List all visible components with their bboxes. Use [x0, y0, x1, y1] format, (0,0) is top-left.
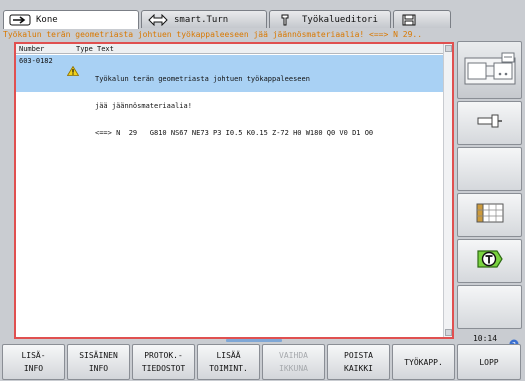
help-icon[interactable]: ?	[509, 334, 519, 349]
error-number: 603-0182	[19, 57, 53, 65]
tab-bar: Kone smart.Turn Työkalueditori	[0, 0, 525, 29]
column-header-text[interactable]: Text	[97, 44, 114, 54]
softkey-label: SISÄINEN	[79, 351, 118, 360]
tab-label: Kone	[36, 15, 58, 25]
softkey-tyokappale[interactable]: TYÖKAPP.	[392, 344, 455, 380]
arrows-icon	[147, 13, 169, 26]
vertical-scrollbar[interactable]	[443, 44, 452, 337]
tab-kone[interactable]: Kone	[3, 10, 139, 29]
softkey-label: LISÄÄ	[216, 351, 241, 360]
softkey-protokolla-tiedostot[interactable]: PROTOK.- TIEDOSTOT	[132, 344, 195, 380]
tool-holder-icon	[275, 14, 297, 26]
softkey-label: VAIHDA	[279, 351, 308, 360]
arrow-right-icon	[9, 14, 31, 26]
softkey-tool-t[interactable]	[457, 239, 522, 283]
horizontal-softkey-bar: LISÄ- INFO SISÄINEN INFO PROTOK.- TIEDOS…	[2, 344, 523, 380]
tab-label: Työkalueditori	[302, 14, 378, 25]
softkey-label: KAIKKI	[344, 364, 373, 373]
softkey-label: TYÖKAPP.	[404, 357, 443, 367]
table-header: Number Type Text	[16, 44, 443, 54]
tab-label: smart.Turn	[174, 14, 229, 25]
softkey-poista-kaikki[interactable]: POISTA KAIKKI	[327, 344, 390, 380]
scroll-up-arrow[interactable]	[445, 45, 452, 52]
softkey-lisa-info[interactable]: LISÄ- INFO	[2, 344, 65, 380]
table-icon	[476, 202, 504, 228]
vertical-softkey-bar	[457, 41, 522, 331]
column-header-type[interactable]: Type	[76, 44, 93, 54]
softkey-loppu[interactable]: LOPP	[457, 344, 521, 380]
clock: 10:14	[472, 334, 498, 343]
machine-mode-icon	[464, 51, 516, 89]
softkey-row-indicator	[226, 339, 282, 342]
softkey-vaihda-ikkuna[interactable]: VAIHDA IKKUNA	[262, 344, 325, 380]
error-text: Työkalun terän geometriasta johtuen työk…	[95, 57, 373, 156]
tool-t-icon	[475, 248, 505, 274]
column-header-number[interactable]: Number	[19, 44, 44, 54]
table-row[interactable]: 603-0182 Työkalun terän geometriasta joh…	[16, 55, 443, 137]
softkey-label: TIEDOSTOT	[141, 364, 186, 373]
softkey-label: IKKUNA	[279, 364, 308, 373]
softkey-label: LOPP	[479, 357, 499, 367]
tab-save[interactable]	[393, 10, 451, 28]
scroll-down-arrow[interactable]	[445, 329, 452, 336]
softkey-sisainen-info[interactable]: SISÄINEN INFO	[67, 344, 130, 380]
tool-holder-icon	[474, 113, 506, 133]
softkey-label: INFO	[23, 364, 44, 373]
softkey-label: POISTA	[344, 351, 373, 360]
error-list-panel: Number Type Text 603-0182 Työkalun terän…	[14, 42, 454, 339]
error-text-line: jää jäännösmateriaalia!	[95, 102, 192, 110]
softkey-label: INFO	[88, 364, 109, 373]
softkey-label: LISÄ-	[21, 351, 46, 360]
softkey-table[interactable]	[457, 193, 522, 237]
softkey-tool-holder[interactable]	[457, 101, 522, 145]
softkey-label: TOIMINT.	[209, 364, 248, 373]
error-text-line: <==> N 29 G810 NS67 NE73 P3 I0.5 K0.15 Z…	[95, 129, 374, 137]
softkey-label: PROTOK.-	[144, 351, 183, 360]
tab-tool-editor[interactable]: Työkalueditori	[269, 10, 391, 28]
error-text-line: Työkalun terän geometriasta johtuen työk…	[95, 75, 310, 83]
softkey-lisaa-toiminnot[interactable]: LISÄÄ TOIMINT.	[197, 344, 260, 380]
save-icon	[399, 14, 421, 26]
softkey-empty-2[interactable]	[457, 285, 522, 329]
error-message-line: Työkalun terän geometriasta johtuen työk…	[3, 30, 423, 39]
tab-smart-turn[interactable]: smart.Turn	[141, 10, 267, 28]
softkey-empty-1[interactable]	[457, 147, 522, 191]
warning-icon	[66, 65, 80, 76]
softkey-machine-mode[interactable]	[457, 41, 522, 99]
